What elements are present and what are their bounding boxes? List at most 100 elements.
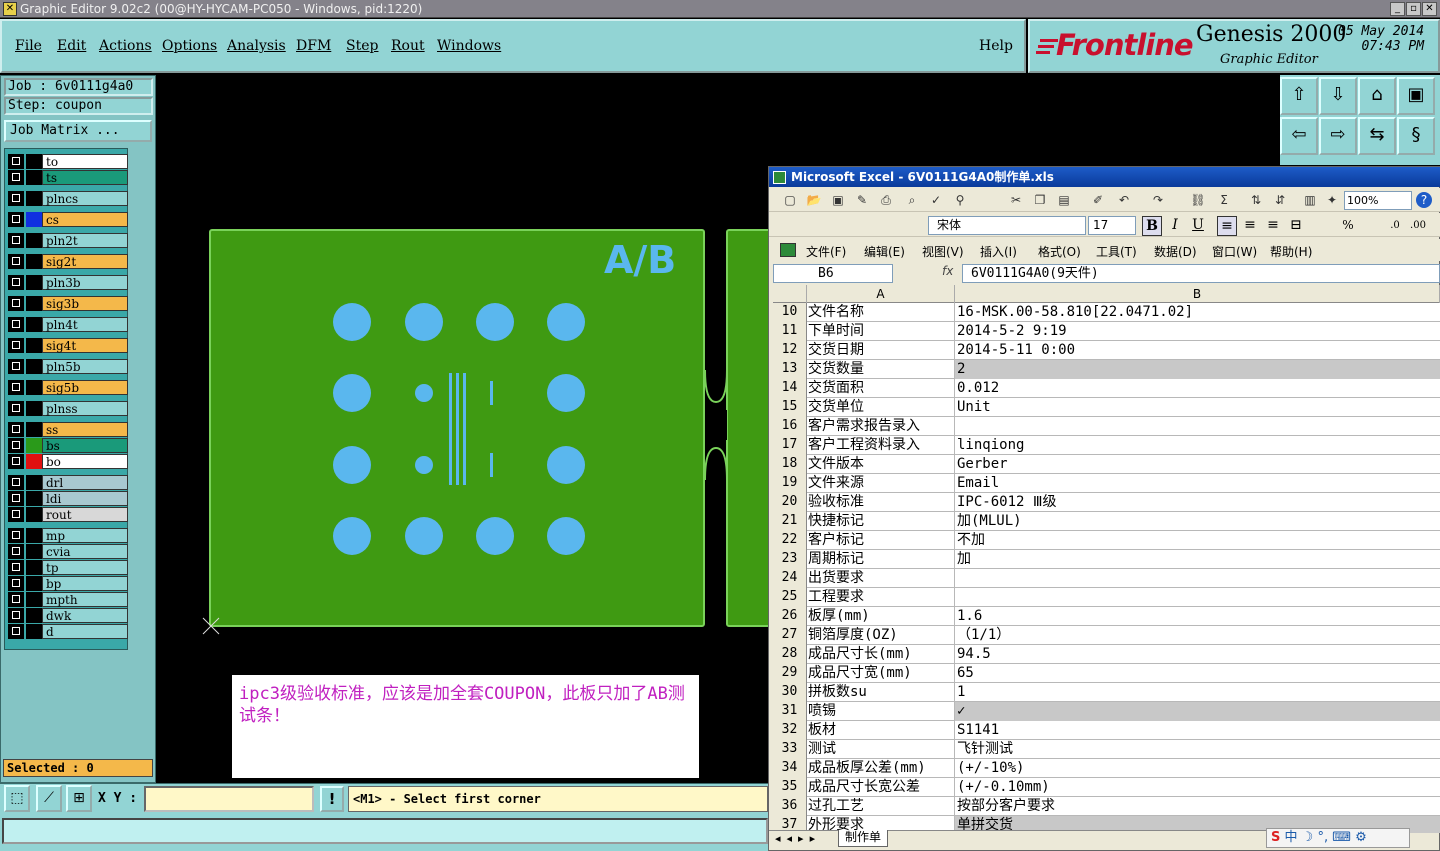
menu-edit[interactable]: Edit — [57, 38, 86, 54]
menu-options[interactable]: Options — [162, 38, 217, 54]
cell-b[interactable] — [955, 569, 1440, 588]
layer-name[interactable]: bo — [42, 454, 128, 469]
sheet-tab[interactable]: 制作单 — [838, 830, 888, 847]
layer-name[interactable]: pln3b — [42, 275, 128, 290]
snap-icon[interactable]: § — [1397, 117, 1435, 155]
cell-a[interactable]: 成品尺寸长(mm) — [807, 645, 955, 664]
layer-row-bp[interactable]: bp — [8, 576, 128, 591]
layer-checkbox[interactable] — [8, 544, 24, 559]
sort-asc-icon[interactable]: ⇅ — [1246, 190, 1266, 210]
cell-a[interactable]: 板材 — [807, 721, 955, 740]
cut-icon[interactable]: ✂ — [1006, 190, 1026, 210]
layer-checkbox[interactable] — [8, 170, 24, 185]
excel-menu-5[interactable]: 工具(T) — [1096, 243, 1137, 260]
layer-name[interactable]: d — [42, 624, 128, 639]
open-icon[interactable]: 📂 — [804, 190, 824, 210]
layer-name[interactable]: cs — [42, 212, 128, 227]
cell-b[interactable]: 按部分客户要求 — [955, 797, 1440, 816]
cell-b[interactable]: 65 — [955, 664, 1440, 683]
percent-icon[interactable]: % — [1338, 216, 1358, 236]
excel-menu-2[interactable]: 视图(V) — [922, 243, 964, 260]
row-header[interactable]: 12 — [773, 341, 807, 360]
row-header[interactable]: 34 — [773, 759, 807, 778]
zoom-down-icon[interactable]: ⇩ — [1319, 77, 1357, 115]
layer-name[interactable]: dwk — [42, 608, 128, 623]
layer-checkbox[interactable] — [8, 422, 24, 437]
cell-a[interactable]: 出货要求 — [807, 569, 955, 588]
cell-b[interactable]: IPC-6012 Ⅲ级 — [955, 493, 1440, 512]
format-painter-icon[interactable]: ✐ — [1088, 190, 1108, 210]
formula-bar[interactable]: 6V0111G4A0(9天件) — [962, 264, 1440, 283]
measure-tool-icon[interactable]: ⟋ — [36, 785, 62, 812]
excel-menu-1[interactable]: 编辑(E) — [864, 243, 905, 260]
merge-center-icon[interactable]: ⊟ — [1286, 216, 1306, 236]
cell-b[interactable]: 1 — [955, 683, 1440, 702]
cell-b[interactable]: 16-MSK.00-58.810[22.0471.02] — [955, 303, 1440, 322]
layer-row-pln2t[interactable]: pln2t — [8, 233, 128, 248]
sort-desc-icon[interactable]: ⇵ — [1270, 190, 1290, 210]
cell-b[interactable]: (+/-0.10mm) — [955, 778, 1440, 797]
cell-a[interactable]: 客户标记 — [807, 531, 955, 550]
layer-checkbox[interactable] — [8, 296, 24, 311]
layer-row-sig4t[interactable]: sig4t — [8, 338, 128, 353]
copy-icon[interactable]: ❐ — [1030, 190, 1050, 210]
layer-checkbox[interactable] — [8, 380, 24, 395]
cell-b[interactable] — [955, 588, 1440, 607]
cell-a[interactable]: 客户工程资料录入 — [807, 436, 955, 455]
row-header[interactable]: 30 — [773, 683, 807, 702]
cell-b[interactable]: (+/-10%) — [955, 759, 1440, 778]
layer-name[interactable]: ts — [42, 170, 128, 185]
row-header[interactable]: 33 — [773, 740, 807, 759]
row-header[interactable]: 13 — [773, 360, 807, 379]
chart-wizard-icon[interactable]: ▥ — [1300, 190, 1320, 210]
ime-toolbar[interactable]: S 中 ☽ °, ⌨ ⚙ — [1266, 828, 1410, 848]
drawing-icon[interactable]: ✦ — [1322, 190, 1342, 210]
row-header[interactable]: 31 — [773, 702, 807, 721]
layer-name[interactable]: ss — [42, 422, 128, 437]
close-button[interactable]: ✕ — [1422, 2, 1437, 16]
cell-b[interactable]: 1.6 — [955, 607, 1440, 626]
cell-b[interactable]: Unit — [955, 398, 1440, 417]
cell-a[interactable]: 交货单位 — [807, 398, 955, 417]
layer-row-pln5b[interactable]: pln5b — [8, 359, 128, 374]
redo-icon[interactable]: ↷ — [1148, 190, 1168, 210]
column-header-b[interactable]: B — [955, 285, 1440, 303]
layer-checkbox[interactable] — [8, 438, 24, 453]
autosum-icon[interactable]: Σ — [1214, 190, 1234, 210]
layer-checkbox[interactable] — [8, 507, 24, 522]
column-header-a[interactable]: A — [807, 285, 955, 303]
cell-b[interactable]: 加 — [955, 550, 1440, 569]
align-left-icon[interactable]: ≡ — [1217, 216, 1237, 236]
layer-name[interactable]: sig2t — [42, 254, 128, 269]
row-header[interactable]: 29 — [773, 664, 807, 683]
layer-checkbox[interactable] — [8, 338, 24, 353]
zoom-select[interactable]: 100% — [1344, 191, 1412, 210]
layer-row-rout[interactable]: rout — [8, 507, 128, 522]
cell-a[interactable]: 测试 — [807, 740, 955, 759]
layer-name[interactable]: rout — [42, 507, 128, 522]
hyperlink-icon[interactable]: ⛓ — [1188, 190, 1208, 210]
cell-b[interactable]: 加(MLUL) — [955, 512, 1440, 531]
layer-name[interactable]: ldi — [42, 491, 128, 506]
layer-checkbox[interactable] — [8, 254, 24, 269]
row-header[interactable]: 35 — [773, 778, 807, 797]
layer-checkbox[interactable] — [8, 401, 24, 416]
cell-a[interactable]: 板厚(mm) — [807, 607, 955, 626]
row-header[interactable]: 22 — [773, 531, 807, 550]
layer-row-plnss[interactable]: plnss — [8, 401, 128, 416]
bold-button[interactable]: B — [1142, 216, 1162, 236]
layer-name[interactable]: plnss — [42, 401, 128, 416]
cell-b[interactable]: S1141 — [955, 721, 1440, 740]
cell-b[interactable]: 0.012 — [955, 379, 1440, 398]
sheet-nav-icon[interactable]: ◂◂▸▸ — [769, 832, 821, 845]
layer-row-plncs[interactable]: plncs — [8, 191, 128, 206]
layer-row-pln3b[interactable]: pln3b — [8, 275, 128, 290]
cell-b[interactable]: 飞针测试 — [955, 740, 1440, 759]
layer-checkbox[interactable] — [8, 191, 24, 206]
layer-checkbox[interactable] — [8, 592, 24, 607]
excel-menu-3[interactable]: 插入(I) — [980, 243, 1017, 260]
layer-checkbox[interactable] — [8, 317, 24, 332]
row-header[interactable]: 14 — [773, 379, 807, 398]
row-header[interactable]: 20 — [773, 493, 807, 512]
print-icon[interactable]: ⎙ — [876, 190, 896, 210]
